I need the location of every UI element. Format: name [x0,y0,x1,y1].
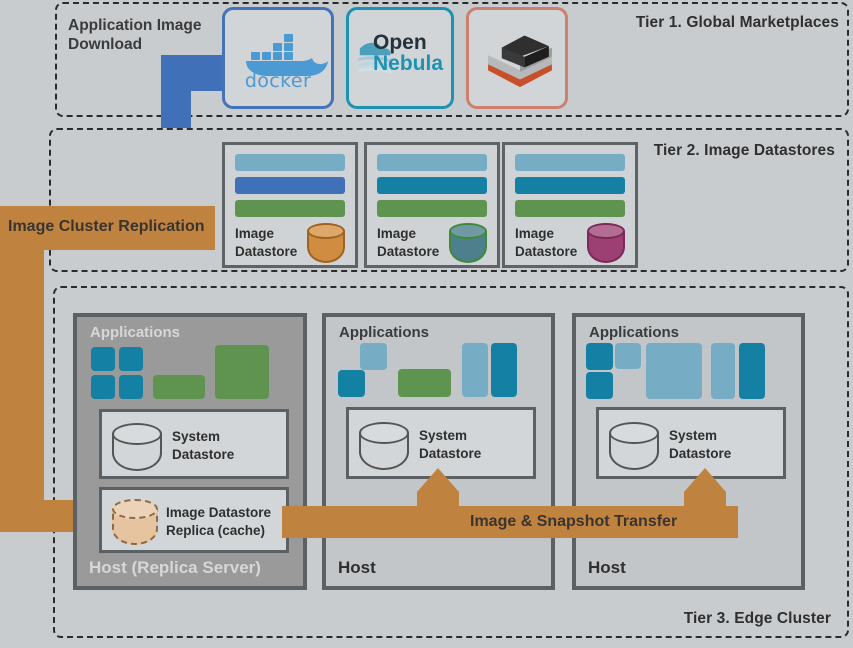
image-datastore-label: Image Datastore [515,225,577,260]
image-bar-2 [377,177,487,194]
app-tile[interactable] [338,370,365,397]
label-line-1: Image [515,226,555,241]
caption-line-1: Application Image [68,17,202,34]
system-datastore-3[interactable]: System Datastore [596,407,786,479]
marketplace-card-opennebula[interactable]: Open Nebula [346,7,454,109]
app-tile[interactable] [646,343,702,399]
image-bar-1 [377,154,487,171]
system-datastore-cylinder-icon [609,422,659,470]
app-tile[interactable] [491,343,517,397]
label-line-2: Datastore [419,445,482,461]
datastore-cylinder-icon [449,223,487,263]
label-line-2: Datastore [515,243,578,259]
replica-cylinder-icon [112,499,158,545]
label-line-1: System [419,428,468,443]
docker-wordmark: docker [244,70,312,92]
marketplace-card-lxd[interactable] [466,7,568,109]
opennebula-word-nebula: Nebula [372,52,443,75]
applications-label: Applications [90,324,181,341]
datastore-cylinder-icon [587,223,625,263]
label-line-2: Datastore [669,445,732,461]
host-title: Host [588,558,626,577]
app-tile[interactable] [586,343,613,370]
tier1-label: Tier 1. Global Marketplaces [635,14,839,31]
image-bar-1 [515,154,625,171]
label-line-1: Image Datastore [166,505,272,520]
cylinder-top [359,422,409,444]
app-tile[interactable] [739,343,765,399]
label-line-1: Image [235,226,275,241]
caption-line-2: Download [68,36,143,54]
datastore-cylinder-icon [307,223,345,263]
image-datastore-1[interactable]: Image Datastore [222,142,358,268]
tier2-label: Tier 2. Image Datastores [653,142,835,159]
image-cluster-replication-label: Image Cluster Replication [8,218,205,235]
image-bar-2 [235,177,345,194]
host-title: Host [338,558,376,577]
replica-label: Image Datastore Replica (cache) [166,504,271,539]
marketplace-card-docker[interactable]: docker [222,7,334,109]
label-line-1: System [669,428,718,443]
opennebula-wordmark: Open Nebula [373,32,443,74]
label-line-2: Datastore [377,243,440,259]
image-datastore-label: Image Datastore [235,225,297,260]
app-tile[interactable] [119,347,143,371]
app-tile[interactable] [398,369,451,397]
image-snapshot-transfer-label: Image & Snapshot Transfer [470,513,678,530]
system-datastore-label: System Datastore [419,427,481,462]
host-replica-server[interactable]: Applications System Datastore Image Data… [73,313,307,590]
app-tile[interactable] [119,375,143,399]
image-datastore-label: Image Datastore [377,225,439,260]
app-tile[interactable] [360,343,387,370]
applications-label: Applications [339,324,430,341]
app-tile[interactable] [711,343,735,399]
system-datastore-label: System Datastore [172,428,234,463]
system-datastore-cylinder-icon [112,423,162,471]
app-tile[interactable] [153,375,205,399]
app-tile[interactable] [615,343,641,369]
system-datastore-cylinder-icon [359,422,409,470]
image-datastore-replica[interactable]: Image Datastore Replica (cache) [99,487,289,553]
host-title: Host (Replica Server) [89,558,261,577]
image-bar-3 [377,200,487,217]
applications-label: Applications [589,324,680,341]
tier3-label: Tier 3. Edge Cluster [683,610,831,627]
opennebula-word-open: Open [372,31,427,54]
image-datastore-2[interactable]: Image Datastore [364,142,500,268]
app-tile[interactable] [91,375,115,399]
host-3[interactable]: Applications System Datastore Host [572,313,805,590]
cylinder-top [587,223,625,239]
cylinder-top [112,423,162,445]
label-line-2: Datastore [235,243,298,259]
image-bar-2 [515,177,625,194]
cylinder-top [449,223,487,239]
diagram-canvas: Application Image Download Tier 1. Globa… [0,0,853,648]
label-line-1: Image [377,226,417,241]
image-bar-3 [235,200,345,217]
image-bar-3 [515,200,625,217]
system-datastore-label: System Datastore [669,427,731,462]
app-tile[interactable] [586,372,613,399]
label-line-1: System [172,429,221,444]
application-image-download-caption: Application Image Download [68,16,228,55]
image-datastore-3[interactable]: Image Datastore [502,142,638,268]
image-bar-1 [235,154,345,171]
app-tile[interactable] [462,343,488,397]
cylinder-top [307,223,345,239]
system-datastore-1[interactable]: System Datastore [99,409,289,479]
system-datastore-2[interactable]: System Datastore [346,407,536,479]
cylinder-top [609,422,659,444]
label-line-2: Replica (cache) [166,522,266,538]
cylinder-top [112,499,158,519]
host-2[interactable]: Applications System Datastore Host [322,313,555,590]
app-tile[interactable] [215,345,269,399]
app-tile[interactable] [91,347,115,371]
label-line-2: Datastore [172,446,235,462]
lxd-container-box-icon [488,32,552,88]
